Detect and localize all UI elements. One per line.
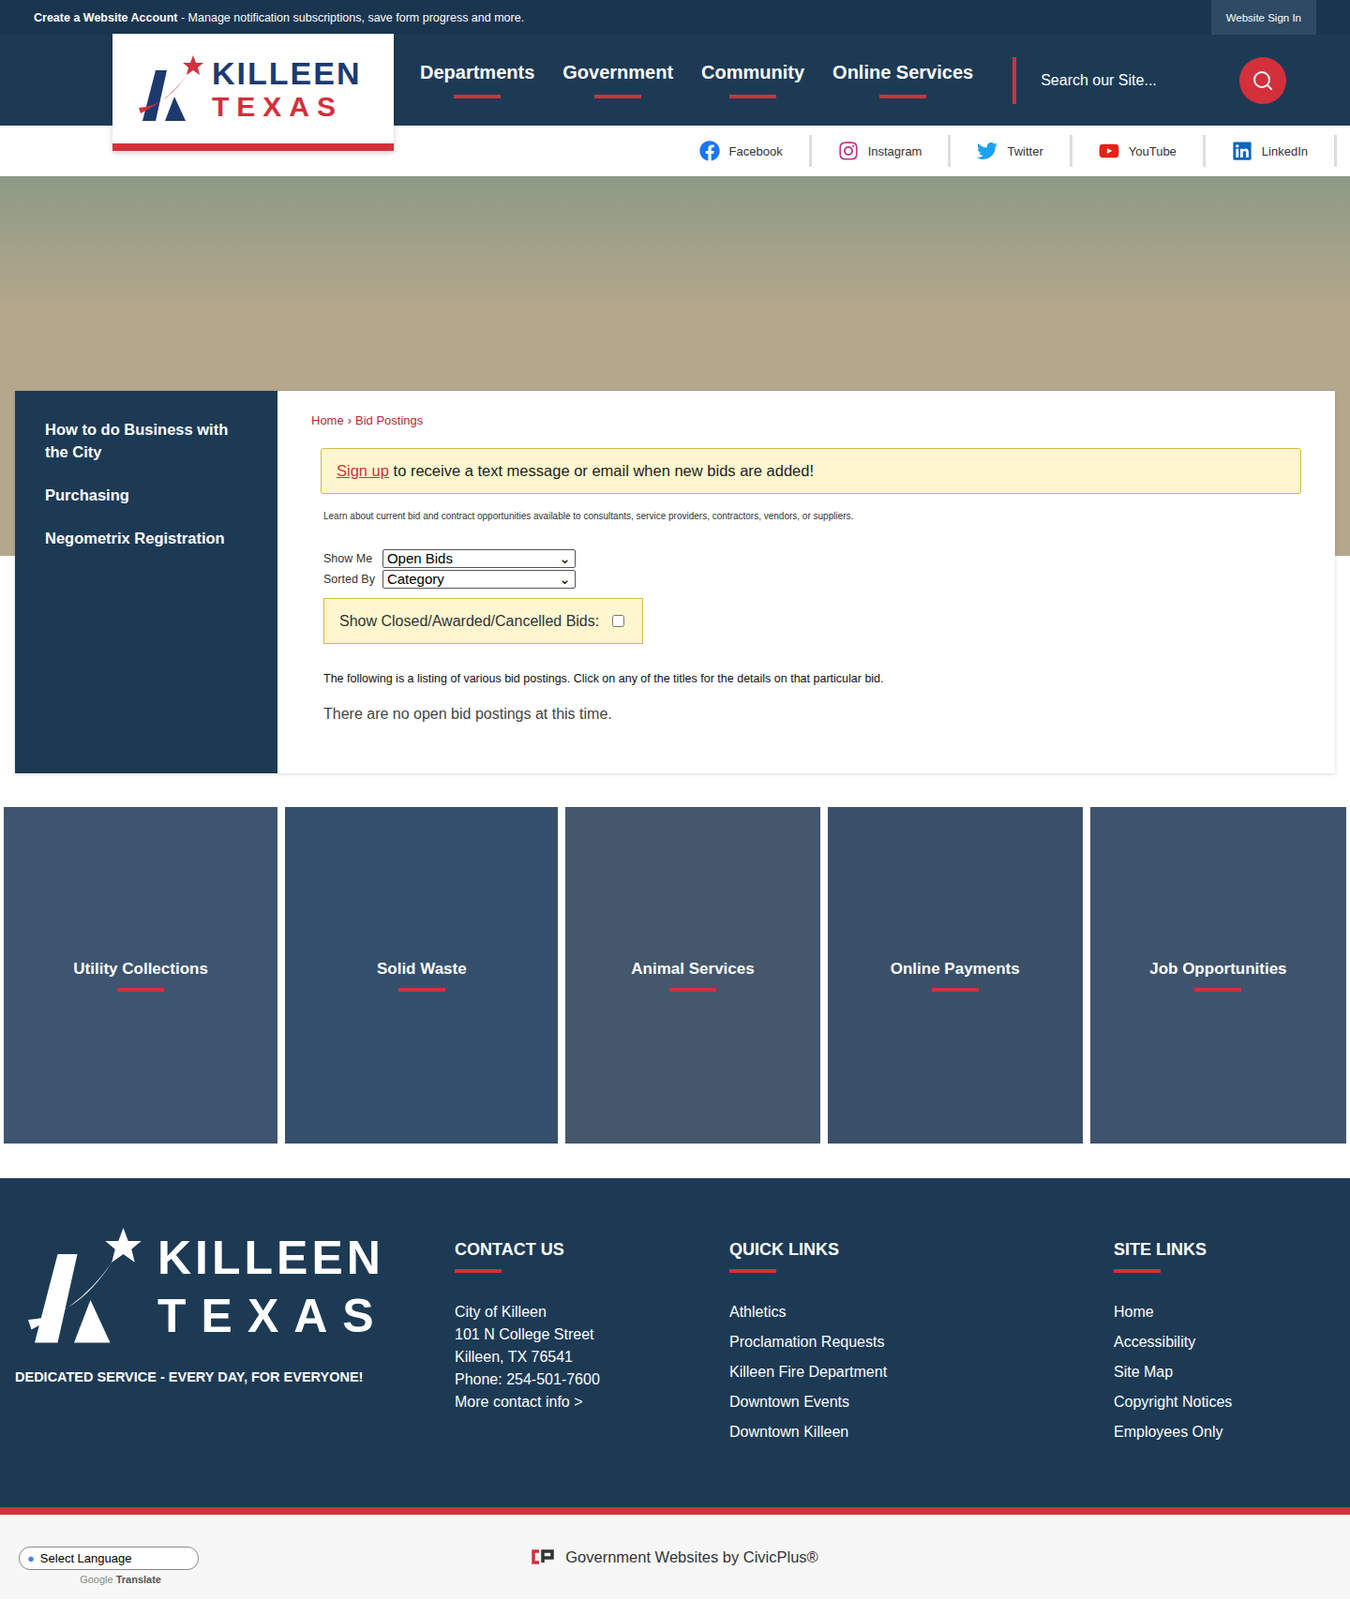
page: Create a Website Account - Manage notifi…	[0, 0, 1350, 1600]
powered-by: Google Translate	[79, 1574, 162, 1586]
footer-link[interactable]: Downtown Killeen	[729, 1421, 1114, 1444]
breadcrumb-item[interactable]: Bid Postings	[355, 413, 423, 428]
filter-label: Show Me	[323, 552, 375, 566]
tile[interactable]: Animal Services	[565, 807, 820, 1144]
main-nav: Departments Government Community Online Ser…	[420, 61, 974, 99]
tile[interactable]: Job Opportunities	[1090, 807, 1347, 1144]
tagline: DEDICATED SERVICE - EVERY DAY, FOR EVERY…	[15, 1369, 455, 1385]
footer-link[interactable]: Killeen Fire Department	[729, 1361, 1114, 1384]
column-title: SITE LINKS	[1113, 1240, 1350, 1274]
empty-message: There are no open bid postings at this t…	[323, 705, 1302, 723]
top-bar: Create a Website Account - Manage notifi…	[0, 0, 1350, 35]
logo[interactable]: KILLEENTEXAS	[112, 33, 394, 151]
civicplus-credit[interactable]: Government Websites by CivicPlus®	[531, 1548, 819, 1567]
description: Learn about current bid and contract opp…	[323, 510, 1302, 522]
footer-logo-line: TEXAS	[157, 1292, 390, 1340]
search	[1012, 57, 1287, 105]
nav-item[interactable]: Community	[701, 61, 805, 99]
search-input[interactable]	[1038, 71, 1227, 90]
column-title: QUICK LINKS	[729, 1240, 1114, 1274]
sidebar-item[interactable]: How to do Business with the City	[45, 419, 248, 465]
filters: Show Me Open Bids⌄ Sorted By Category⌄	[323, 549, 1302, 589]
nav-item[interactable]: Government	[562, 61, 674, 99]
sidebar-item[interactable]: Purchasing	[45, 484, 248, 508]
footer-link[interactable]: Downtown Events	[729, 1391, 1114, 1414]
social-link[interactable]: Instagram	[811, 135, 952, 167]
footer-link[interactable]: Home	[1113, 1301, 1350, 1324]
filter-select[interactable]: Category⌄	[382, 570, 576, 589]
city-logo-icon	[131, 51, 207, 127]
filter-select[interactable]: Open Bids⌄	[382, 549, 576, 569]
breadcrumb-item[interactable]: Home	[311, 413, 345, 428]
search-button[interactable]	[1239, 57, 1287, 105]
breadcrumb-item: ›	[347, 413, 352, 428]
logo-line: KILLEEN	[211, 57, 361, 90]
breadcrumb: Home›Bid Postings	[311, 413, 1302, 428]
footer: KILLEEN TEXAS DEDICATED SERVICE - EVERY DA…	[0, 1178, 1350, 1515]
twitter-icon	[976, 140, 998, 162]
city-logo-icon	[15, 1221, 147, 1353]
tile[interactable]: Online Payments	[827, 807, 1083, 1144]
language-select[interactable]: ●Select Language	[18, 1546, 199, 1571]
site-links-column: SITE LINKS Home Accessibility Site Map Copyr…	[1113, 1221, 1350, 1452]
footer-link[interactable]: Site Map	[1113, 1361, 1350, 1384]
hero-and-content: How to do Business with the City Purchasi…	[0, 176, 1350, 774]
tile[interactable]: Solid Waste	[285, 807, 558, 1144]
listing-note: The following is a listing of various bi…	[323, 672, 1302, 686]
search-icon	[1251, 69, 1275, 92]
bid-content: Home›Bid Postings Sign up to receive a te…	[277, 390, 1335, 774]
footer-link[interactable]: Employees Only	[1113, 1421, 1350, 1444]
contact-column: CONTACT US City of Killeen101 N College S…	[454, 1221, 730, 1452]
contact-line: Phone: 254-501-7600	[454, 1368, 730, 1392]
more-contact-link[interactable]: More contact info >	[454, 1391, 730, 1414]
nav-item[interactable]: Online Services	[832, 61, 974, 99]
footer-logo: KILLEEN TEXAS DEDICATED SERVICE - EVERY DA…	[15, 1221, 455, 1452]
contact-line: Killeen, TX 76541	[454, 1346, 730, 1369]
bottom-bar: ●Select Language Google Translate Governme…	[0, 1515, 1350, 1600]
social-link[interactable]: Facebook	[673, 135, 812, 167]
youtube-icon	[1098, 140, 1120, 162]
quick-links-column: QUICK LINKS Athletics Proclamation Request…	[729, 1221, 1114, 1452]
filter-label: Sorted By	[323, 572, 375, 586]
header: KILLEENTEXAS Departments Government Communi…	[0, 34, 1350, 126]
sign-in-button[interactable]: Website Sign In	[1211, 0, 1317, 35]
tile[interactable]: Utility Collections	[3, 807, 278, 1144]
account-prompt: Create a Website Account - Manage notifi…	[33, 11, 525, 25]
chevron-icon: ⌄	[558, 550, 571, 568]
social-link[interactable]: Twitter	[950, 135, 1072, 167]
sidebar-item[interactable]: Negometrix Registration	[45, 527, 248, 551]
linkedin-icon	[1231, 140, 1253, 162]
footer-logo-line: KILLEEN	[157, 1234, 390, 1282]
footer-link[interactable]: Copyright Notices	[1113, 1391, 1350, 1414]
quick-tiles: Utility CollectionsSolid WasteAnimal Ser…	[0, 773, 1350, 1144]
closed-bids-toggle[interactable]: Show Closed/Awarded/Cancelled Bids:	[323, 598, 644, 645]
contact-line: 101 N College Street	[454, 1323, 730, 1347]
civicplus-icon	[531, 1549, 556, 1565]
chevron-icon: ⌄	[558, 570, 571, 588]
contact-line: City of Killeen	[454, 1301, 730, 1324]
signup-alert: Sign up to receive a text message or ema…	[320, 448, 1302, 495]
content-card: How to do Business with the City Purchasi…	[15, 390, 1335, 774]
social-link[interactable]: YouTube	[1072, 135, 1206, 167]
instagram-icon	[838, 140, 859, 162]
footer-link[interactable]: Accessibility	[1113, 1331, 1350, 1354]
sidebar: How to do Business with the City Purchasi…	[15, 390, 278, 774]
google-icon: ●	[27, 1551, 35, 1566]
column-title: CONTACT US	[454, 1240, 730, 1274]
footer-link[interactable]: Athletics	[729, 1301, 1114, 1324]
footer-link[interactable]: Proclamation Requests	[729, 1331, 1114, 1354]
social-link[interactable]: LinkedIn	[1205, 135, 1337, 167]
signup-link[interactable]: Sign up	[336, 462, 390, 480]
translate-widget: ●Select Language Google Translate	[18, 1546, 199, 1586]
logo-line: TEXAS	[211, 92, 361, 121]
create-account-link[interactable]: Create a Website Account	[33, 11, 179, 25]
closed-bids-checkbox[interactable]	[612, 615, 625, 628]
facebook-icon	[699, 140, 720, 162]
nav-item[interactable]: Departments	[420, 61, 535, 99]
